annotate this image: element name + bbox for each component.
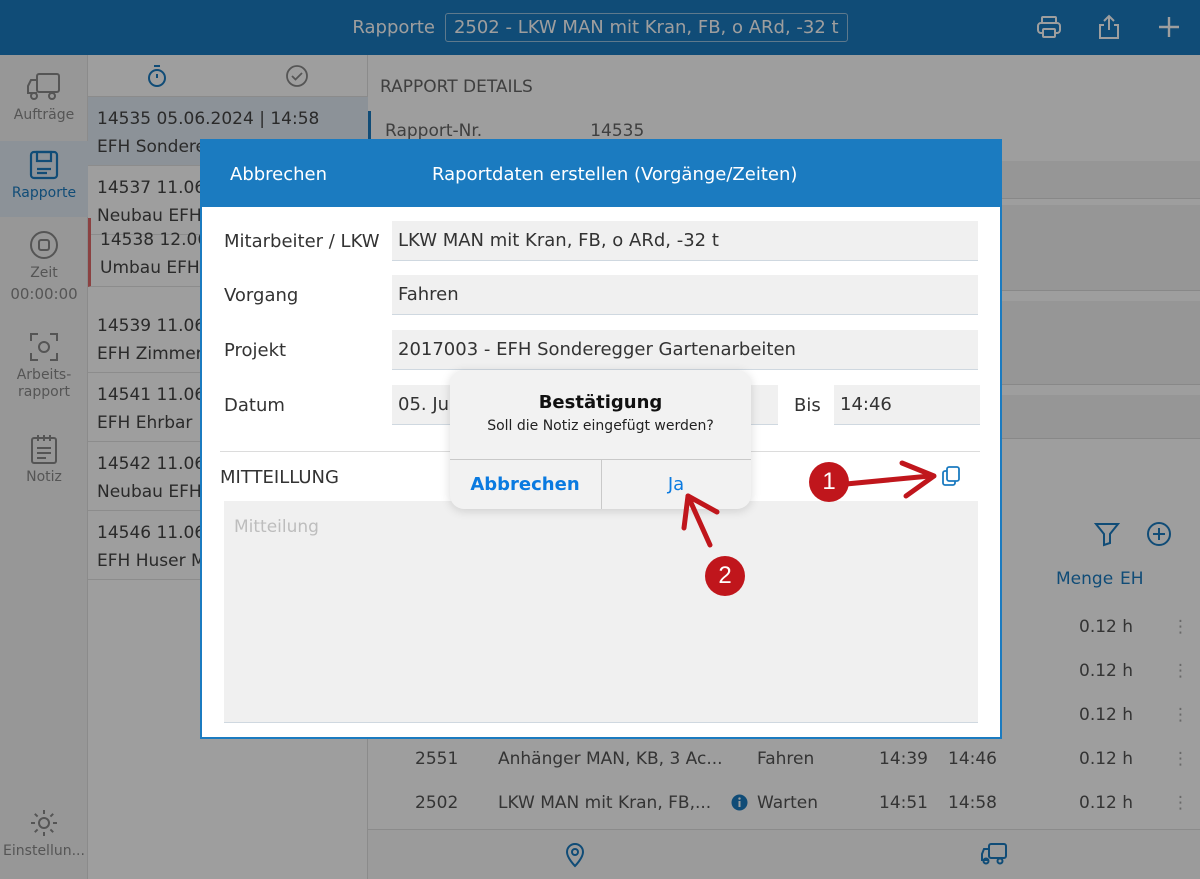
mitteilung-label: MITTEILLUNG bbox=[220, 467, 339, 488]
mitarbeiter-row: Mitarbeiter / LKW LKW MAN mit Kran, FB, … bbox=[224, 221, 980, 261]
bis-label: Bis bbox=[794, 395, 821, 416]
datum-label: Datum bbox=[224, 395, 285, 416]
mitarbeiter-field[interactable]: LKW MAN mit Kran, FB, o ARd, -32 t bbox=[392, 221, 978, 261]
alert-cancel-button[interactable]: Abbrechen bbox=[450, 459, 600, 509]
modal-title: Raportdaten erstellen (Vorgänge/Zeiten) bbox=[432, 164, 798, 185]
vorgang-label: Vorgang bbox=[224, 285, 299, 306]
alert-message: Soll die Notiz eingefügt werden? bbox=[487, 418, 714, 434]
modal-cancel-button[interactable]: Abbrechen bbox=[230, 164, 327, 185]
alert-confirm-button[interactable]: Ja bbox=[601, 459, 751, 509]
projekt-label: Projekt bbox=[224, 340, 287, 361]
annotation-badge-1: 1 bbox=[809, 462, 849, 502]
projekt-field[interactable]: 2017003 - EFH Sonderegger Gartenarbeiten bbox=[392, 330, 978, 370]
projekt-row: Projekt 2017003 - EFH Sonderegger Garten… bbox=[224, 330, 980, 370]
annotation-badge-2: 2 bbox=[705, 556, 745, 596]
bis-field[interactable]: 14:46 bbox=[834, 385, 980, 425]
mitarbeiter-label: Mitarbeiter / LKW bbox=[224, 231, 380, 252]
vorgang-row: Vorgang Fahren bbox=[224, 275, 980, 315]
mitteilung-textarea[interactable]: Mitteilung bbox=[224, 501, 978, 723]
modal-header: Abbrechen Raportdaten erstellen (Vorgäng… bbox=[202, 141, 1000, 207]
alert-title: Bestätigung bbox=[538, 392, 663, 413]
copy-note-icon[interactable] bbox=[940, 465, 962, 491]
vorgang-field[interactable]: Fahren bbox=[392, 275, 978, 315]
confirmation-alert: Bestätigung Soll die Notiz eingefügt wer… bbox=[450, 370, 751, 509]
